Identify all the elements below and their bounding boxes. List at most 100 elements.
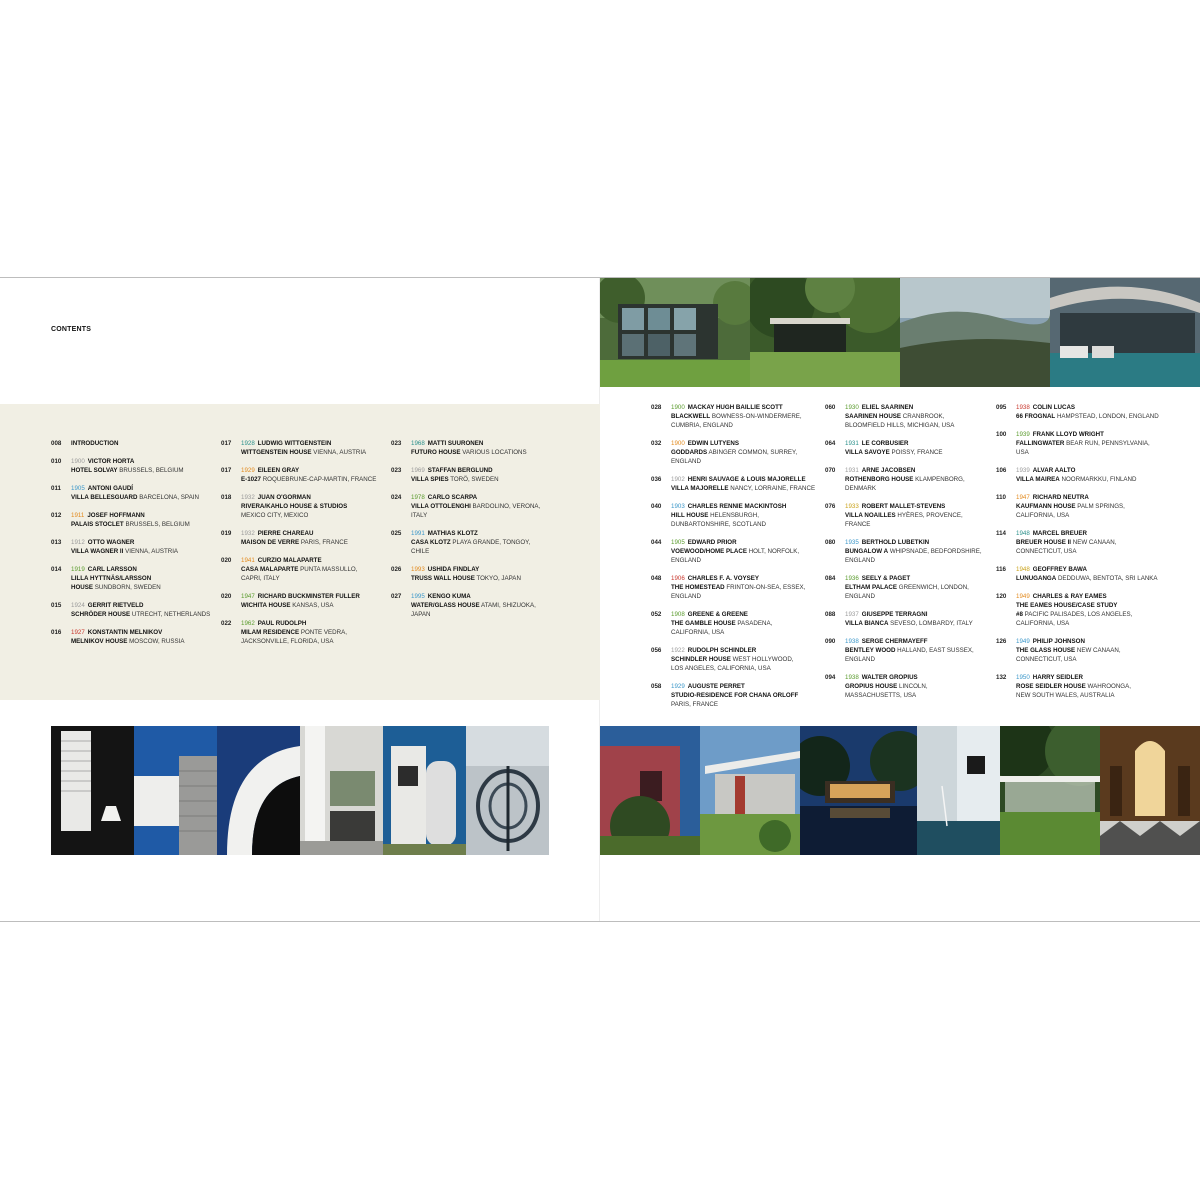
architect-name: WALTER GROPIUS [861, 674, 918, 681]
entry-line: VILLA SPIES TORÖ, SWEDEN [411, 475, 581, 484]
entry-line: WICHITA HOUSE KANSAS, USA [241, 601, 411, 610]
architect-name: EDWARD PRIOR [687, 539, 737, 546]
location-cont: CONNECTICUT, USA [1016, 548, 1077, 555]
location: POISSY, FRANCE [891, 449, 943, 456]
entry-line: MEXICO CITY, MEXICO [241, 511, 411, 520]
architect-name: ELIEL SAARINEN [861, 404, 914, 411]
house-name-cont: HOUSE [71, 584, 94, 591]
page-number: 060 [825, 404, 836, 411]
page-number: 017 [221, 467, 232, 474]
architect-name: COLIN LUCAS [1032, 404, 1076, 411]
house-name: VILLA SPIES [411, 476, 449, 483]
toc-entry-body: 1948 GEOFFREY BAWA LUNUGANGA DEDDUWA, BENT… [1016, 565, 1186, 583]
entry-line: ENGLAND [671, 457, 841, 466]
toc-entry-body: 1937 GIUSEPPE TERRAGNI VILLA BIANCA SEVESO… [845, 610, 1015, 628]
location: LINCOLN, [899, 683, 928, 690]
house-name: SCHRÖDER HOUSE [71, 611, 131, 618]
house-name: VILLA OTTOLENGHI [411, 503, 471, 510]
architect-name: CARLO SCARPA [427, 494, 478, 501]
architect-name: AUGUSTE PERRET [687, 683, 745, 690]
architect-name: LE CORBUSIER [861, 440, 909, 447]
location: KLAMPENBORG, [915, 476, 965, 483]
year: 1936 [845, 575, 859, 582]
location: DEDDUWA, BENTOTA, SRI LANKA [1057, 575, 1158, 582]
year: 1900 [71, 458, 85, 465]
house-name: SCHINDLER HOUSE [671, 656, 731, 663]
location-cont: CUMBRIA, ENGLAND [671, 422, 733, 429]
entry-line: INTRODUCTION [71, 439, 241, 448]
page-number: 076 [825, 503, 836, 510]
location: TORÖ, SWEDEN [450, 476, 499, 483]
entry-line: FALLINGWATER BEAR RUN, PENNSYLVANIA, [1016, 439, 1186, 448]
year: 1962 [241, 620, 255, 627]
photo-pavilion-among-trees [750, 278, 900, 387]
page-number: 023 [391, 440, 402, 447]
house-name: WICHITA HOUSE [241, 602, 291, 609]
location: BRUSSELS, BELGIUM [119, 467, 184, 474]
house-name: ROTHENBORG HOUSE [845, 476, 914, 483]
entry-line: VILLA BELLESGUARD BARCELONA, SPAIN [71, 493, 241, 502]
location: UTRECHT, NETHERLANDS [131, 611, 211, 618]
toc-entry-body: 1941 CURZIO MALAPARTE CASA MALAPARTE PUNTA… [241, 556, 411, 583]
toc-entry-body: 1929 EILEEN GRAY E-1027 ROQUEBRUNE-CAP-MAR… [241, 466, 411, 484]
page-number: 088 [825, 611, 836, 618]
toc-entry-body: 1932 JUAN O'GORMAN RIVERA/KAHLO HOUSE & ST… [241, 493, 411, 520]
page-number: 106 [996, 467, 1007, 474]
toc-entry-body: 1911 JOSEF HOFFMANN PALAIS STOCLET BRUSSEL… [71, 511, 241, 529]
entry-line: E-1027 ROQUEBRUNE-CAP-MARTIN, FRANCE [241, 475, 411, 484]
entry-line: BUNGALOW A WHIPSNADE, BEDFORDSHIRE, [845, 547, 1015, 556]
entry-line: 1911 JOSEF HOFFMANN [71, 511, 241, 520]
page-number: 036 [651, 476, 662, 483]
page-number: 126 [996, 638, 1007, 645]
toc-entry-body: 1950 HARRY SEIDLER ROSE SEIDLER HOUSE WAHR… [1016, 673, 1186, 700]
entry-line: CONNECTICUT, USA [1016, 655, 1186, 664]
location-cont: ENGLAND [671, 593, 701, 600]
location: WHIPSNADE, BEDFORDSHIRE, [889, 548, 982, 555]
location: NANCY, LORRAINE, FRANCE [730, 485, 816, 492]
page-number: 090 [825, 638, 836, 645]
entry-line: VILLA OTTOLENGHI BARDOLINO, VERONA, [411, 502, 581, 511]
entry-line: CALIFORNIA, USA [1016, 511, 1186, 520]
architect-name: LUDWIG WITTGENSTEIN [257, 440, 332, 447]
location-cont: ENGLAND [845, 656, 875, 663]
location-cont: ENGLAND [845, 593, 875, 600]
page-number: 016 [51, 629, 62, 636]
location: ATAMI, SHIZUOKA, [481, 602, 536, 609]
toc-entry-body: 1930 ELIEL SAARINEN SAARINEN HOUSE CRANBRO… [845, 403, 1015, 430]
architect-name: ANTONI GAUDÍ [87, 485, 134, 492]
entry-line: 1939 ALVAR AALTO [1016, 466, 1186, 475]
entry-line: 1995 KENGO KUMA [411, 592, 581, 601]
page-number: 013 [51, 539, 62, 546]
location: TOKYO, JAPAN [476, 575, 521, 582]
entry-line: 1919 CARL LARSSON [71, 565, 241, 574]
location-cont: CALIFORNIA, USA [1016, 620, 1070, 627]
toc-entry-body: 1903 CHARLES RENNIE MACKINTOSH HILL HOUSE … [671, 502, 841, 529]
toc-entry-body: 1902 HENRI SAUVAGE & LOUIS MAJORELLE VILLA… [671, 475, 841, 493]
entry-line: GODDARDS ABINGER COMMON, SURREY, [671, 448, 841, 457]
toc-entry-body: 1931 LE CORBUSIER VILLA SAVOYE POISSY, FRA… [845, 439, 1015, 457]
architect-name: GERRIT RIETVELD [87, 602, 144, 609]
entry-line: LILLA HYTTNÄS/LARSSON [71, 574, 241, 583]
entry-line: 1932 PIERRE CHAREAU [241, 529, 411, 538]
house-name: CASA KLOTZ [411, 539, 451, 546]
year: 1948 [1016, 530, 1030, 537]
entry-line: GROPIUS HOUSE LINCOLN, [845, 682, 1015, 691]
architect-name: GIUSEPPE TERRAGNI [861, 611, 928, 618]
house-name: BREUER HOUSE II [1016, 539, 1072, 546]
year: 1902 [671, 476, 685, 483]
architect-name: MATTI SUURONEN [427, 440, 484, 447]
house-name: BENTLEY WOOD [845, 647, 896, 654]
toc-entry-body: 1939 FRANK LLOYD WRIGHT FALLINGWATER BEAR … [1016, 430, 1186, 457]
location: HYÈRES, PROVENCE, [897, 512, 963, 519]
photo-curved-roof-terrace [1050, 278, 1200, 387]
toc-entry-body: 1947 RICHARD NEUTRA KAUFMANN HOUSE PALM SP… [1016, 493, 1186, 520]
year: 1922 [671, 647, 685, 654]
location: HAMPSTEAD, LONDON, ENGLAND [1056, 413, 1159, 420]
location: KANSAS, USA [292, 602, 334, 609]
entry-line: THE GLASS HOUSE NEW CANAAN, [1016, 646, 1186, 655]
page-number: 010 [51, 458, 62, 465]
entry-line: DENMARK [845, 484, 1015, 493]
toc-entry-body: 1936 SEELY & PAGET ELTHAM PALACE GREENWICH… [845, 574, 1015, 601]
toc-entry-body: 1938 WALTER GROPIUS GROPIUS HOUSE LINCOLN,… [845, 673, 1015, 700]
location-cont: DUNBARTONSHIRE, SCOTLAND [671, 521, 767, 528]
